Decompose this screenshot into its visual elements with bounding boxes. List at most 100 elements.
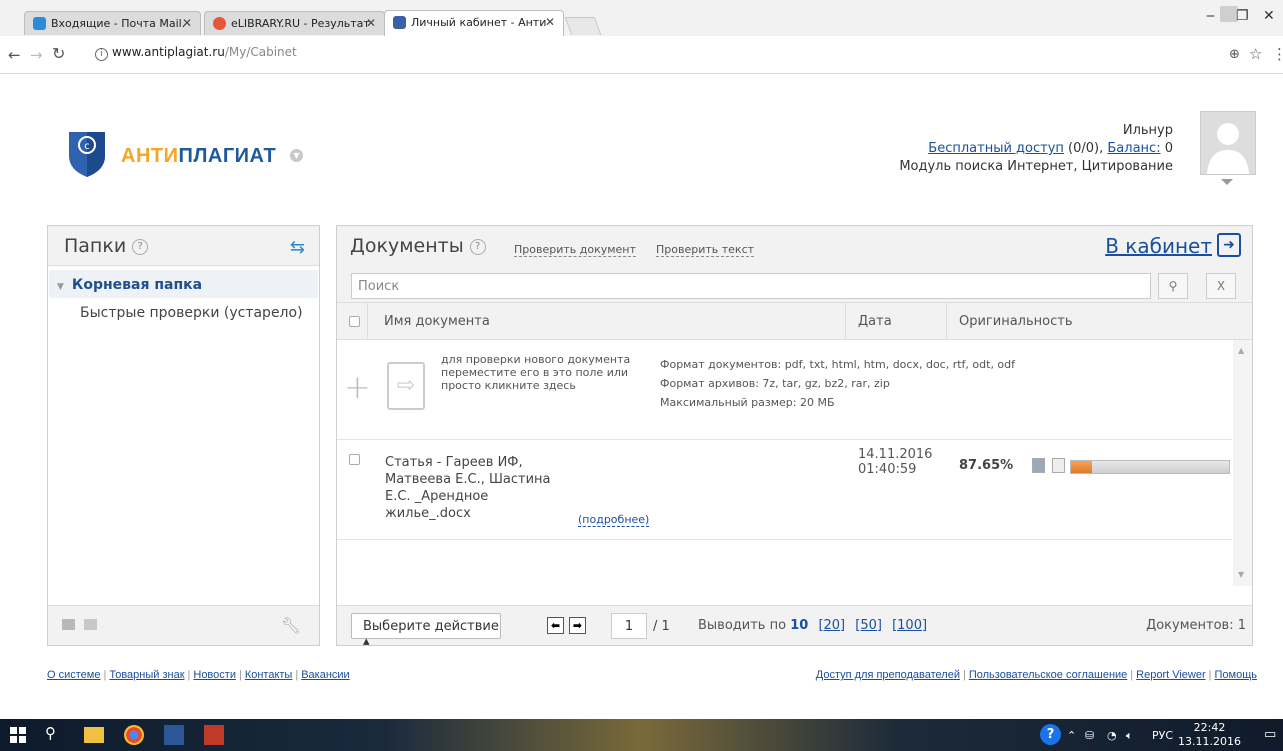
per-page-100-link[interactable]: [100] <box>892 618 927 633</box>
folders-help-icon[interactable]: ? <box>132 238 149 255</box>
upload-hint: для проверки нового документа переместит… <box>441 353 631 392</box>
upload-formats: Формат документов: pdf, txt, html, htm, … <box>660 355 1015 412</box>
search-button[interactable]: ⚲ <box>1158 273 1188 299</box>
per-page-20-link[interactable]: [20] <box>818 618 845 633</box>
column-date[interactable]: Дата <box>858 314 892 329</box>
table-row[interactable]: Статья - Гареев ИФ, Матвеева Е.С., Шасти… <box>337 440 1232 540</box>
upload-dropzone[interactable]: + ⇨ для проверки нового документа переме… <box>337 340 1232 440</box>
clock-time: 22:42 <box>1193 721 1226 734</box>
browser-tab-antiplagiat[interactable]: Личный кабинет - Анти ✕ <box>384 10 564 36</box>
row-checkbox[interactable] <box>349 454 360 465</box>
user-modules: Модуль поиска Интернет, Цитирование <box>899 159 1173 174</box>
file-explorer-icon[interactable] <box>84 727 104 743</box>
back-icon[interactable]: ← <box>8 46 21 64</box>
search-icon[interactable]: ⚲ <box>45 724 65 744</box>
notifications-icon[interactable]: ▭ <box>1264 727 1276 742</box>
footer-link-help[interactable]: Помощь <box>1215 669 1258 681</box>
select-all-checkbox[interactable] <box>349 316 360 327</box>
column-divider <box>367 303 368 340</box>
balance-link[interactable]: Баланс: <box>1107 141 1160 156</box>
bookmark-star-icon[interactable]: ☆ <box>1249 45 1262 63</box>
expand-triangle-icon[interactable]: ▼ <box>57 282 64 292</box>
scroll-down-icon[interactable]: ▼ <box>1238 570 1244 579</box>
footer-link-vacancies[interactable]: Вакансии <box>301 669 350 681</box>
footer-link-about[interactable]: О системе <box>47 669 100 681</box>
zoom-icon[interactable]: ⊕ <box>1229 47 1240 62</box>
choose-action-button[interactable]: Выберите действие ▴ <box>351 613 501 649</box>
footer-link-teachers[interactable]: Доступ для преподавателей <box>816 669 960 681</box>
maximize-icon[interactable]: ❐ <box>1236 8 1249 24</box>
column-originality[interactable]: Оригинальность <box>959 314 1072 329</box>
forward-icon[interactable]: → <box>30 46 43 64</box>
documents-help-icon[interactable]: ? <box>469 238 486 255</box>
free-access-link[interactable]: Бесплатный доступ <box>928 141 1064 156</box>
footer-link-agreement[interactable]: Пользовательское соглашение <box>969 669 1127 681</box>
url-field[interactable]: i www.antiplagiat.ru/My/Cabinet <box>95 45 1250 66</box>
prev-page-button[interactable]: ⬅ <box>547 617 564 634</box>
close-tab-icon[interactable]: ✕ <box>545 15 555 29</box>
acrobat-icon[interactable] <box>204 725 224 745</box>
browser-tab-mail[interactable]: Входящие - Почта Mail. ✕ <box>24 11 201 35</box>
column-divider <box>845 303 846 340</box>
search-input[interactable]: Поиск <box>351 273 1151 299</box>
windows-start-icon[interactable] <box>10 727 26 743</box>
column-name[interactable]: Имя документа <box>384 314 490 329</box>
logo-part-plagiat: ПЛАГИАТ <box>178 145 277 167</box>
enter-cabinet-icon[interactable]: ➜ <box>1217 233 1241 257</box>
documents-footer: Выберите действие ▴ ⬅ ➡ 1 / 1 Выводить п… <box>337 605 1252 649</box>
documents-header: Документы? Проверить документ Проверить … <box>337 226 1252 266</box>
logo-dropdown-icon[interactable]: ▼ <box>290 149 303 162</box>
document-count: Документов: 1 <box>1146 618 1246 633</box>
folder-root[interactable]: ▼ Корневая папка <box>49 270 318 298</box>
details-link[interactable]: (подробнее) <box>578 513 650 527</box>
close-window-icon[interactable]: ✕ <box>1263 8 1275 24</box>
help-tray-icon[interactable]: ? <box>1040 724 1061 745</box>
doc-formats: Формат документов: pdf, txt, html, htm, … <box>660 358 1016 371</box>
word-icon[interactable] <box>164 725 184 745</box>
footer-link-contacts[interactable]: Контакты <box>245 669 293 681</box>
footer-link-news[interactable]: Новости <box>193 669 236 681</box>
document-name[interactable]: Статья - Гареев ИФ, Матвеева Е.С., Шасти… <box>385 454 575 522</box>
close-tab-icon[interactable]: ✕ <box>182 16 192 30</box>
chrome-icon[interactable] <box>124 725 144 745</box>
user-menu-caret-icon[interactable] <box>1221 179 1233 185</box>
site-info-icon[interactable]: i <box>95 48 108 61</box>
volume-icon[interactable]: 🔈︎ <box>1126 729 1133 743</box>
antiplagiat-shield-icon[interactable]: c <box>67 128 107 178</box>
folder-quick-checks[interactable]: Быстрые проверки (устарело) <box>80 305 303 321</box>
language-indicator[interactable]: РУС <box>1152 729 1173 742</box>
minimize-icon[interactable]: ‒ <box>1206 8 1215 24</box>
new-tab-button[interactable] <box>564 17 602 35</box>
report-icon[interactable] <box>1032 458 1045 473</box>
reload-icon[interactable]: ↻ <box>52 44 65 63</box>
swap-arrows-icon[interactable]: ⇆ <box>290 237 305 258</box>
url-path: /My/Cabinet <box>224 45 297 59</box>
browser-tab-elibrary[interactable]: eLIBRARY.RU - Результат ✕ <box>204 11 385 35</box>
wifi-icon[interactable]: ◔ <box>1107 729 1117 742</box>
footer-link-report-viewer[interactable]: Report Viewer <box>1136 669 1206 681</box>
remove-folder-icon[interactable] <box>84 619 97 630</box>
document-date-day: 14.11.2016 <box>858 447 933 462</box>
check-text-link[interactable]: Проверить текст <box>656 243 755 257</box>
check-document-link[interactable]: Проверить документ <box>514 243 636 257</box>
wrench-icon[interactable]: 🔧︎ <box>281 616 301 635</box>
scrollbar[interactable]: ▲ ▼ <box>1233 340 1252 586</box>
next-page-button[interactable]: ➡ <box>569 617 586 634</box>
network-icon[interactable]: ⛁ <box>1085 729 1094 742</box>
cabinet-link[interactable]: В кабинет <box>1105 234 1212 258</box>
footer-link-trademark[interactable]: Товарный знак <box>109 669 184 681</box>
close-tab-icon[interactable]: ✕ <box>366 16 376 30</box>
avatar[interactable] <box>1200 111 1256 175</box>
scroll-up-icon[interactable]: ▲ <box>1238 346 1244 355</box>
balance-value: 0 <box>1164 141 1173 156</box>
per-page-50-link[interactable]: [50] <box>855 618 882 633</box>
menu-icon[interactable]: ⋮ <box>1272 45 1283 63</box>
page-number-input[interactable]: 1 <box>611 613 647 639</box>
clock[interactable]: 22:42 13.11.2016 <box>1178 721 1241 749</box>
document-icon[interactable] <box>1052 458 1065 473</box>
tray-expand-icon[interactable]: ⌃ <box>1067 729 1076 742</box>
add-folder-icon[interactable] <box>62 619 75 630</box>
logo-wordmark[interactable]: АНТИПЛАГИАТ <box>121 145 276 168</box>
footer-links-right: Доступ для преподавателей | Пользовательск… <box>815 669 1258 681</box>
clear-search-button[interactable]: X <box>1206 273 1236 299</box>
